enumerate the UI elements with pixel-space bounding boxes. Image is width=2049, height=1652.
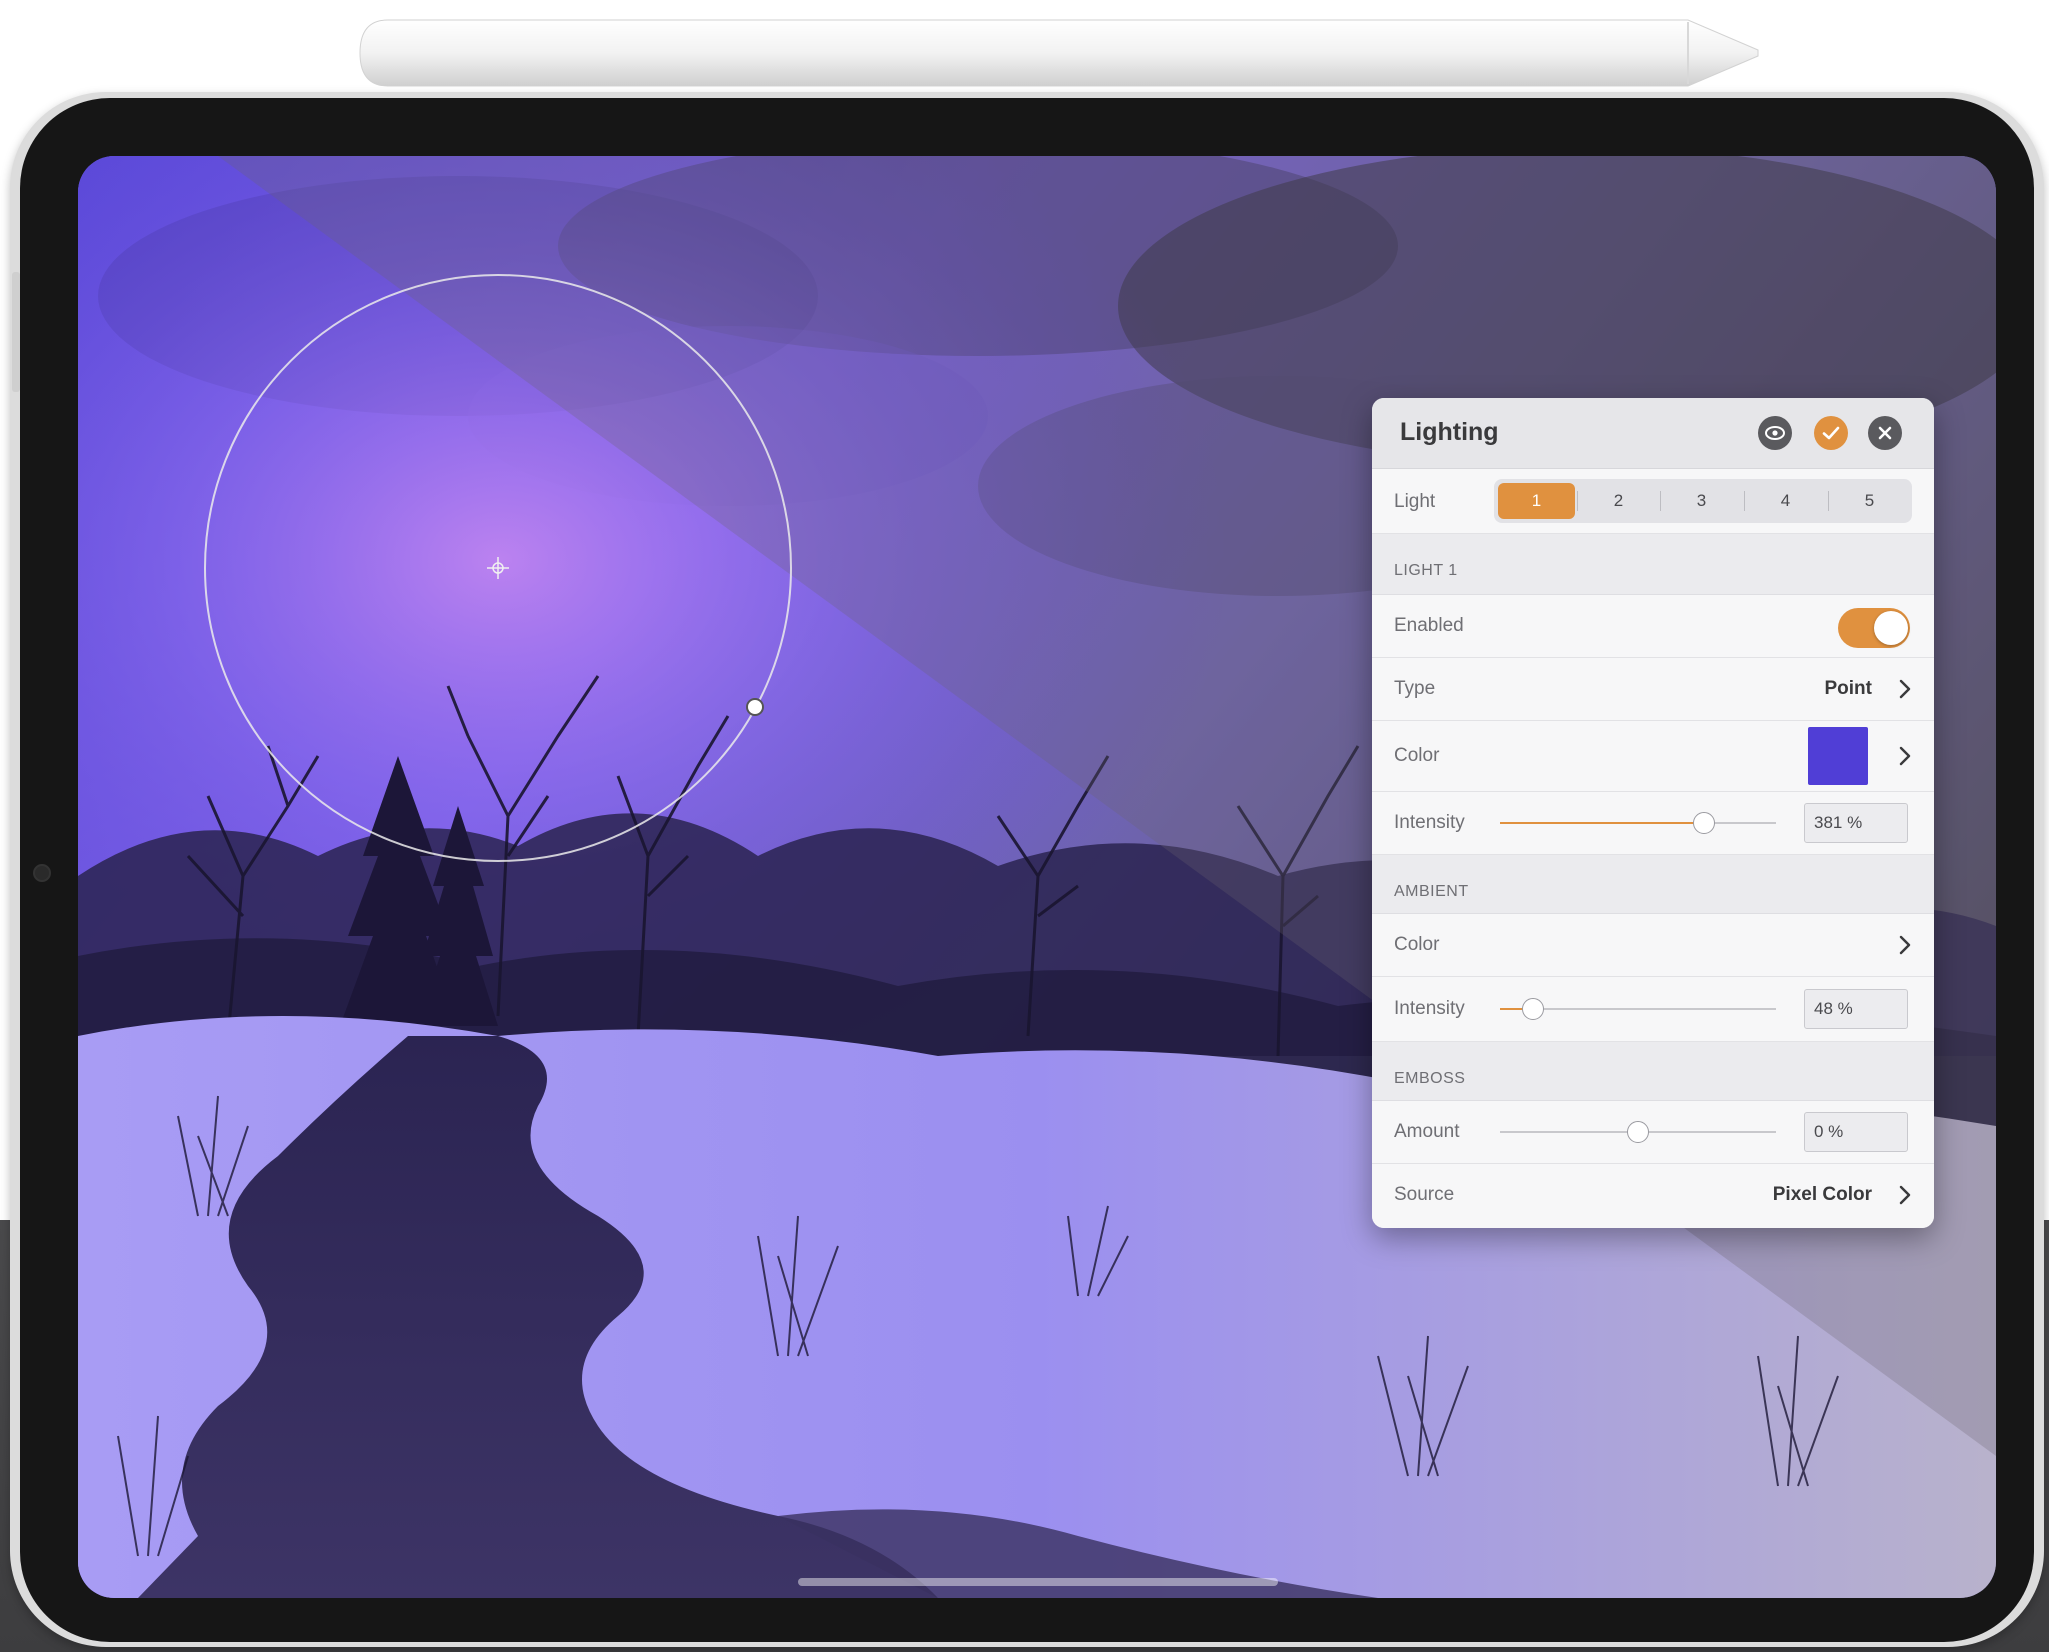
segment-divider <box>1828 491 1829 511</box>
amount-label: Amount <box>1394 1121 1460 1142</box>
chevron-right-icon <box>1899 935 1911 955</box>
lighting-panel: Lighting Light 1 2 3 4 5 LIGHT 1 Enabled… <box>1372 398 1934 1228</box>
emboss-section-header: EMBOSS <box>1372 1042 1934 1101</box>
chevron-right-icon <box>1899 746 1911 766</box>
apply-button[interactable] <box>1814 416 1848 450</box>
cancel-button[interactable] <box>1868 416 1902 450</box>
ambient-intensity-slider[interactable] <box>1500 997 1776 1021</box>
eye-icon <box>1765 426 1785 440</box>
emboss-source-row[interactable]: Source Pixel Color <box>1372 1164 1934 1228</box>
slider-fill <box>1500 822 1705 824</box>
color-row[interactable]: Color <box>1372 721 1934 792</box>
close-icon <box>1878 426 1892 440</box>
ambient-intensity-row: Intensity 48 % <box>1372 977 1934 1042</box>
segment-divider <box>1744 491 1745 511</box>
light-label: Light <box>1394 491 1436 512</box>
chevron-right-icon <box>1899 1185 1911 1205</box>
ambient-color-row[interactable]: Color <box>1372 914 1934 977</box>
light-option-3[interactable]: 3 <box>1663 483 1740 519</box>
type-row[interactable]: Type Point <box>1372 658 1934 721</box>
emboss-amount-slider[interactable] <box>1500 1120 1776 1144</box>
light-option-4[interactable]: 4 <box>1747 483 1824 519</box>
type-value: Point <box>1824 678 1873 699</box>
source-value: Pixel Color <box>1772 1184 1872 1205</box>
ambient-color-label: Color <box>1394 934 1440 955</box>
light-color-swatch[interactable] <box>1808 727 1868 785</box>
toggle-knob <box>1874 611 1908 645</box>
panel-header: Lighting <box>1372 398 1934 469</box>
light-option-5[interactable]: 5 <box>1831 483 1908 519</box>
slider-thumb[interactable] <box>1522 998 1545 1020</box>
ambient-intensity-input[interactable]: 48 % <box>1804 989 1908 1029</box>
light-radius-handle[interactable] <box>746 698 764 716</box>
ambient-intensity-label: Intensity <box>1394 998 1465 1019</box>
page-root: Lighting Light 1 2 3 4 5 LIGHT 1 Enabled… <box>0 0 2049 1652</box>
home-indicator[interactable] <box>798 1578 1278 1586</box>
color-label: Color <box>1394 745 1440 766</box>
segment-divider <box>1660 491 1661 511</box>
slider-thumb[interactable] <box>1693 812 1716 834</box>
source-label: Source <box>1394 1184 1455 1205</box>
light-section-title: LIGHT 1 <box>1394 562 1458 579</box>
light-intensity-row: Intensity 381 % <box>1372 792 1934 855</box>
panel-title: Lighting <box>1400 418 1499 446</box>
enabled-row: Enabled <box>1372 595 1934 658</box>
front-camera <box>33 864 51 882</box>
light-option-1[interactable]: 1 <box>1498 483 1575 519</box>
intensity-label: Intensity <box>1394 812 1465 833</box>
visibility-button[interactable] <box>1758 416 1792 450</box>
emboss-amount-input[interactable]: 0 % <box>1804 1112 1908 1152</box>
crosshair-icon[interactable] <box>486 556 510 580</box>
light-intensity-slider[interactable] <box>1500 811 1776 835</box>
emboss-amount-row: Amount 0 % <box>1372 1101 1934 1164</box>
stylus-pencil <box>359 19 1759 87</box>
light-segmented-control: 1 2 3 4 5 <box>1494 479 1912 523</box>
light-intensity-input[interactable]: 381 % <box>1804 803 1908 843</box>
light-selector-row: Light 1 2 3 4 5 <box>1372 469 1934 534</box>
enabled-label: Enabled <box>1394 615 1464 636</box>
ambient-section-header: AMBIENT <box>1372 855 1934 914</box>
enabled-toggle[interactable] <box>1838 608 1910 648</box>
side-button <box>12 272 20 392</box>
type-label: Type <box>1394 678 1436 699</box>
segment-divider <box>1577 491 1578 511</box>
emboss-section-title: EMBOSS <box>1394 1070 1466 1087</box>
chevron-right-icon <box>1899 679 1911 699</box>
light-option-2[interactable]: 2 <box>1580 483 1657 519</box>
checkmark-icon <box>1822 426 1840 440</box>
slider-thumb[interactable] <box>1627 1121 1649 1143</box>
ambient-section-title: AMBIENT <box>1394 883 1469 900</box>
light-section-header: LIGHT 1 <box>1372 534 1934 595</box>
